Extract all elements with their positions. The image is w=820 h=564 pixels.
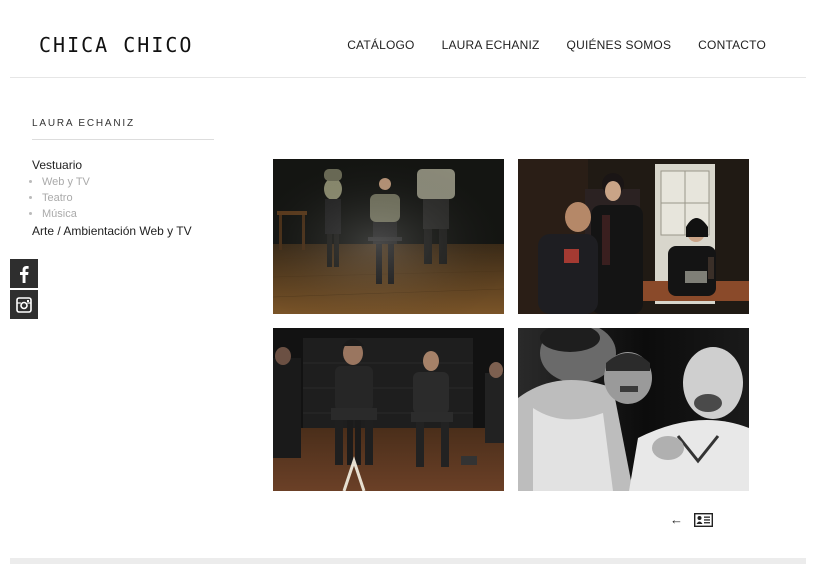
sidebar-subitem-teatro[interactable]: Teatro: [42, 190, 214, 206]
social-links: [10, 259, 38, 321]
photo-gallery: [273, 159, 750, 491]
sidebar: LAURA ECHANIZ Vestuario Web y TV Teatro …: [32, 118, 214, 240]
gallery-photo[interactable]: [273, 159, 504, 314]
instagram-button[interactable]: [10, 290, 38, 319]
photo-interior-scene: [518, 159, 749, 314]
sidebar-submenu-vestuario: Web y TV Teatro Música: [32, 174, 214, 222]
nav-contacto[interactable]: CONTACTO: [698, 38, 766, 52]
photo-seated-men-scene: [273, 328, 504, 491]
site-logo[interactable]: CHICA CHICO: [39, 33, 193, 57]
gallery-photo[interactable]: [273, 328, 504, 491]
sidebar-item-vestuario[interactable]: Vestuario: [32, 157, 214, 174]
instagram-icon: [16, 296, 32, 313]
facebook-icon: [20, 265, 29, 283]
sidebar-title: LAURA ECHANIZ: [32, 118, 214, 140]
gallery-photo[interactable]: [518, 328, 749, 491]
nav-quienes-somos[interactable]: QUIÉNES SOMOS: [567, 38, 672, 52]
main-nav: CATÁLOGO LAURA ECHANIZ QUIÉNES SOMOS CON…: [347, 38, 766, 52]
id-card-icon[interactable]: [694, 512, 713, 527]
photo-stage-scene: [273, 159, 504, 314]
sidebar-menu: Vestuario Web y TV Teatro Música Arte / …: [32, 157, 214, 240]
facebook-button[interactable]: [10, 259, 38, 288]
footer-strip: [10, 558, 806, 564]
sidebar-subitem-musica[interactable]: Música: [42, 206, 214, 222]
sidebar-item-arte-ambientacion[interactable]: Arte / Ambientación Web y TV: [32, 223, 214, 240]
prev-arrow-button[interactable]: ←: [670, 512, 683, 527]
nav-laura-echaniz[interactable]: LAURA ECHANIZ: [442, 38, 540, 52]
pagination: ←: [670, 512, 713, 527]
photo-bw-closeup-scene: [518, 328, 749, 491]
gallery-photo[interactable]: [518, 159, 749, 314]
header-divider: [10, 77, 806, 78]
nav-catalogo[interactable]: CATÁLOGO: [347, 38, 414, 52]
sidebar-subitem-web-tv[interactable]: Web y TV: [42, 174, 214, 190]
